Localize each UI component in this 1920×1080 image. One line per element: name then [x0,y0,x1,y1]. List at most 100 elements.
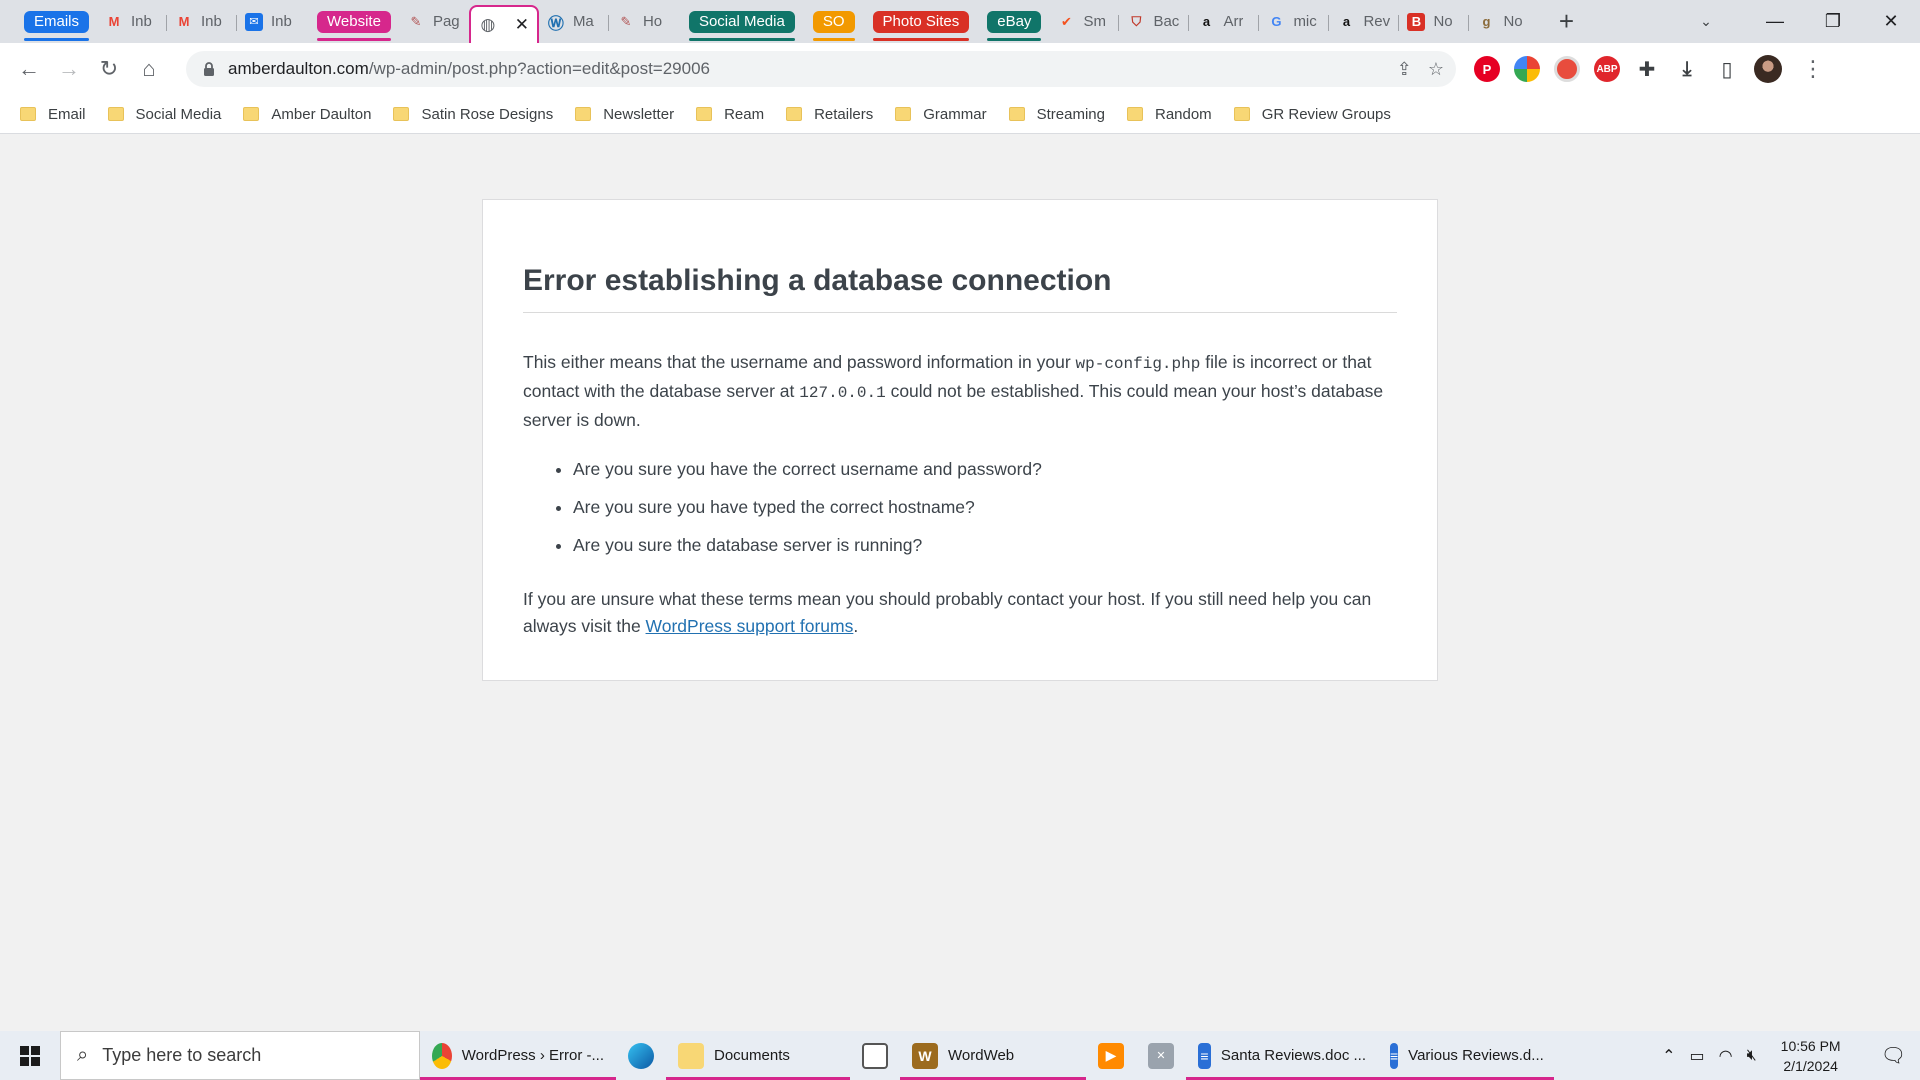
tab[interactable]: ✉ Inb [237,5,307,39]
wifi-icon[interactable]: ◠ [1719,1046,1733,1066]
folder-icon [1233,107,1250,121]
tab-label: Pag [432,13,460,30]
tab-group-ebay[interactable]: eBay [987,10,1042,41]
chevron-up-icon[interactable]: ⌃ [1662,1046,1675,1066]
battery-icon[interactable]: ▭ [1689,1046,1704,1066]
close-tab-icon[interactable]: ✕ [515,15,529,35]
host-ip-code: 127.0.0.1 [799,384,886,402]
chrome-icon [432,1042,452,1069]
lock-icon[interactable] [202,62,216,76]
back-button[interactable]: ← [12,52,46,86]
bookmark-folder[interactable]: Email [20,106,86,123]
tab-label: Rev [1363,13,1391,30]
download-icon[interactable]: ⤓ [1674,56,1700,82]
folder-icon [243,107,260,121]
bookmark-star-icon[interactable]: ☆ [1428,59,1444,80]
bookmark-folder[interactable]: Social Media [107,106,221,123]
system-tray: ⌃ ▭ ◠ 🔇︎ 10:56 PM 2/1/2024 🗨︎ [1662,1031,1920,1080]
taskbar-app-edge[interactable] [616,1031,666,1080]
help-paragraph: If you are unsure what these terms mean … [523,589,1372,636]
tab[interactable]: B No [1399,5,1470,39]
tab[interactable]: ⛉ Bac [1119,5,1190,39]
bookmark-folder[interactable]: Ream [696,106,764,123]
amazon-icon: a [1342,14,1351,29]
folder-icon [107,107,124,121]
tab-strip: Emails M Inb M Inb ✉ Inb Website ✎ Pag ◍ ✕ Ⓦ M… [0,0,1920,43]
tab-group-so[interactable]: SO [812,10,855,41]
bookmark-folder[interactable]: Satin Rose Designs [393,106,553,123]
color-wheel-extension-icon[interactable] [1514,56,1540,82]
bookmark-folder[interactable]: Newsletter [575,106,674,123]
puzzle-extensions-icon[interactable]: ✚ [1634,56,1660,82]
tab-label: No [1503,13,1523,30]
tab[interactable]: g No [1469,5,1539,39]
side-panel-icon[interactable]: ▯ [1714,56,1740,82]
bookmark-folder[interactable]: Random [1126,106,1212,123]
tab[interactable]: M Inb [97,5,168,39]
bookmark-folder[interactable]: GR Review Groups [1233,106,1391,123]
tab[interactable]: ✎ Ho [609,5,679,39]
amazon-icon: a [1202,14,1211,29]
google-icon: G [1271,14,1282,29]
taskbar-app-media[interactable]: ▶ [1086,1031,1136,1080]
taskbar-search[interactable]: ⌕ Type here to search [60,1031,420,1080]
tabs: Emails M Inb M Inb ✉ Inb Website ✎ Pag ◍ ✕ Ⓦ M… [0,0,1581,43]
tab-group-photo-sites[interactable]: Photo Sites [872,10,970,41]
doc-icon: ≡ [1198,1042,1211,1069]
tab[interactable]: ✔ Sm [1049,5,1120,39]
page-content: Error establishing a database connection… [0,135,1920,1031]
forward-button[interactable]: → [52,52,86,86]
start-button[interactable] [0,1031,60,1080]
clock[interactable]: 10:56 PM 2/1/2024 [1781,1036,1841,1076]
tab[interactable]: ✎ Pag [399,5,469,39]
new-tab-button[interactable]: + [1551,6,1581,37]
reload-button[interactable]: ↻ [92,52,126,86]
tab-active[interactable]: ◍ ✕ [468,5,539,43]
bookmark-folder[interactable]: Retailers [786,106,873,123]
taskbar-app-wordweb[interactable]: W WordWeb [900,1031,1086,1080]
windows-logo-icon [20,1045,40,1066]
tab[interactable]: M Inb [167,5,238,39]
profile-avatar[interactable] [1754,55,1782,83]
shield-icon: ⛉ [1131,13,1142,29]
minimize-button[interactable]: — [1746,11,1804,32]
taskbar-app-label: Documents [714,1047,790,1064]
pinterest-icon[interactable]: P [1474,56,1500,82]
bookmark-folder[interactable]: Grammar [895,106,987,123]
bookmark-folder[interactable]: Amber Daulton [243,106,371,123]
close-window-button[interactable]: ✕ [1862,11,1920,32]
taskbar-app-label: Santa Reviews.doc ... [1220,1047,1366,1064]
support-forums-link[interactable]: WordPress support forums [646,616,854,636]
taskbar-app-notepad[interactable] [850,1031,900,1080]
folder-icon [786,107,803,121]
pokeball-extension-icon[interactable] [1554,56,1580,82]
adblock-plus-icon[interactable]: ABP [1594,56,1620,82]
doc-icon: ≡ [1390,1042,1399,1069]
error-description: This either means that the username and … [523,352,1384,430]
taskbar-app-chrome[interactable]: WordPress › Error -... [420,1031,616,1080]
tab[interactable]: Ⓦ Ma [539,5,609,39]
tab[interactable]: Gmic [1259,5,1330,39]
notifications-icon[interactable]: 🗨︎ [1881,1043,1906,1068]
address-bar[interactable]: amberdaulton.com/wp-admin/post.php?actio… [186,51,1456,87]
wordweb-icon: W [912,1042,938,1069]
tab-group-social-media[interactable]: Social Media [688,10,795,41]
home-button[interactable]: ⌂ [132,52,166,86]
taskbar-app-documents[interactable]: Documents [666,1031,850,1080]
taskbar-app-tool[interactable]: ✕ [1136,1031,1186,1080]
tab-group-emails[interactable]: Emails [24,10,90,41]
tab[interactable]: a Arr [1189,5,1260,39]
tab-label: Inb [131,13,152,30]
taskbar-app-various-reviews[interactable]: ≡ Various Reviews.d... [1378,1031,1554,1080]
share-icon[interactable]: ⇪ [1397,59,1412,80]
taskbar-app-santa-reviews[interactable]: ≡ Santa Reviews.doc ... [1186,1031,1378,1080]
tab-group-website[interactable]: Website [317,10,391,41]
taskbar-app-label: WordPress › Error -... [461,1047,604,1064]
tab-search-icon[interactable]: ⌄ [1686,13,1726,30]
volume-muted-icon[interactable]: 🔇︎ [1747,1047,1757,1065]
restore-button[interactable]: ❐ [1804,11,1862,32]
menu-kebab-icon[interactable]: ⋮ [1802,56,1824,82]
tab[interactable]: a Rev [1329,5,1400,39]
url-host: amberdaulton.com [228,59,369,78]
bookmark-folder[interactable]: Streaming [1008,106,1105,123]
